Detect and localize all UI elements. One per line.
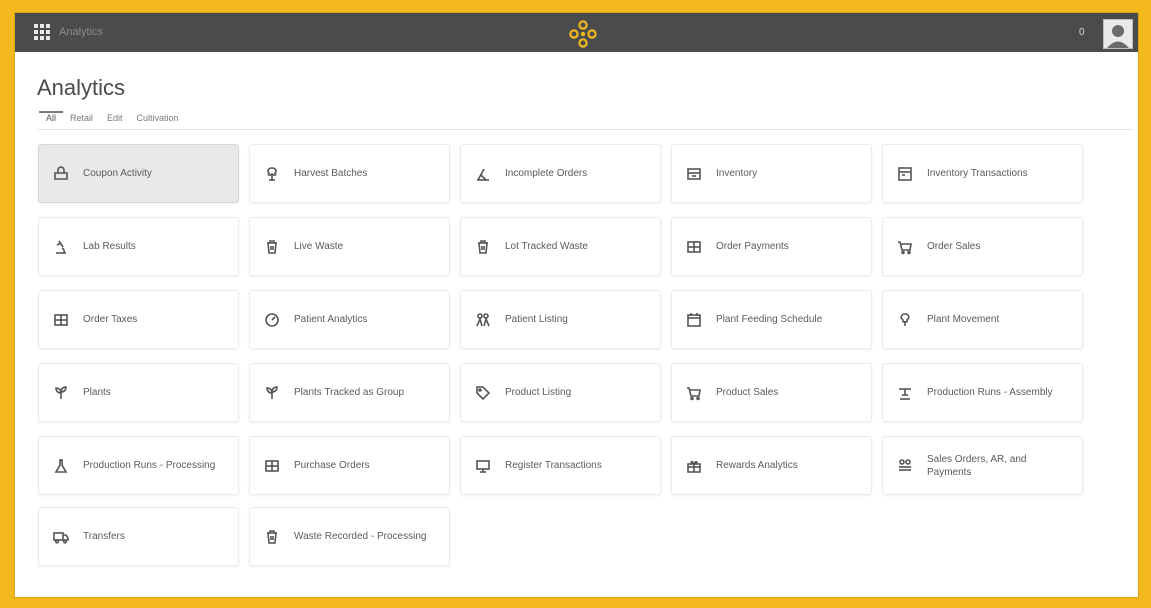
report-card-label: Patient Analytics [294, 314, 368, 325]
incomplete-orders-icon [475, 166, 491, 182]
tabs-divider [37, 129, 1133, 130]
report-card-label: Inventory Transactions [927, 168, 1028, 179]
report-card-label: Order Taxes [83, 314, 138, 325]
notification-count[interactable]: 0 [1079, 27, 1085, 38]
report-card-label: Plant Feeding Schedule [716, 314, 823, 325]
report-card-lot-tracked-waste[interactable]: Lot Tracked Waste [460, 217, 661, 276]
report-card-production-runs-processing[interactable]: Production Runs - Processing [38, 436, 239, 495]
report-card-register-transactions[interactable]: Register Transactions [460, 436, 661, 495]
microscope-icon [53, 239, 69, 255]
gift-icon [686, 458, 702, 474]
calendar-icon [686, 312, 702, 328]
plant-icon [264, 385, 280, 401]
report-card-label: Transfers [83, 531, 125, 542]
report-card-label: Production Runs - Assembly [927, 387, 1053, 398]
report-card-label: Patient Listing [505, 314, 568, 325]
report-card-label: Order Sales [927, 241, 981, 252]
report-card-harvest-batches[interactable]: Harvest Batches [249, 144, 450, 203]
report-card-label: Plant Movement [927, 314, 1000, 325]
report-card-label: Lab Results [83, 241, 136, 252]
report-card-product-listing[interactable]: Product Listing [460, 363, 661, 422]
report-card-product-sales[interactable]: Product Sales [671, 363, 872, 422]
report-card-plant-movement[interactable]: Plant Movement [882, 290, 1083, 349]
report-card-purchase-orders[interactable]: Purchase Orders [249, 436, 450, 495]
report-card-plant-feeding-schedule[interactable]: Plant Feeding Schedule [671, 290, 872, 349]
monitor-icon [475, 458, 491, 474]
assembly-icon [897, 385, 913, 401]
report-card-order-taxes[interactable]: Order Taxes [38, 290, 239, 349]
gauge-icon [264, 312, 280, 328]
cart-icon [897, 239, 913, 255]
report-card-incomplete-orders[interactable]: Incomplete Orders [460, 144, 661, 203]
user-avatar[interactable] [1103, 19, 1133, 49]
coupon-icon [53, 165, 69, 182]
report-card-label: Coupon Activity [83, 168, 152, 179]
report-card-lab-results[interactable]: Lab Results [38, 217, 239, 276]
tab-edit[interactable]: Edit [100, 111, 130, 126]
report-card-label: Rewards Analytics [716, 460, 798, 471]
report-card-order-sales[interactable]: Order Sales [882, 217, 1083, 276]
truck-icon [53, 529, 69, 545]
report-card-label: Plants Tracked as Group [294, 387, 405, 398]
report-card-coupon-activity[interactable]: Coupon Activity [38, 144, 239, 203]
report-card-plants-tracked-as-group[interactable]: Plants Tracked as Group [249, 363, 450, 422]
purchase-orders-icon [264, 458, 280, 474]
report-card-inventory-transactions[interactable]: Inventory Transactions [882, 144, 1083, 203]
report-card-label: Harvest Batches [294, 168, 368, 179]
cart-icon [686, 385, 702, 401]
report-card-label: Register Transactions [505, 460, 602, 471]
report-card-label: Incomplete Orders [505, 168, 588, 179]
report-card-label: Sales Orders, AR, and Payments [927, 453, 1027, 478]
people-icon [475, 312, 491, 328]
report-card-label: Plants [83, 387, 111, 398]
brand-logo[interactable] [568, 19, 598, 49]
sales-orders-icon [897, 458, 913, 474]
tab-retail[interactable]: Retail [63, 111, 100, 126]
report-card-live-waste[interactable]: Live Waste [249, 217, 450, 276]
report-card-patient-analytics[interactable]: Patient Analytics [249, 290, 450, 349]
report-card-label: Live Waste [294, 241, 344, 252]
trash-icon [264, 239, 280, 255]
report-card-label: Order Payments [716, 241, 789, 252]
plant-icon [897, 312, 913, 328]
report-card-rewards-analytics[interactable]: Rewards Analytics [671, 436, 872, 495]
report-card-label: Purchase Orders [294, 460, 370, 471]
inventory-transactions-icon [897, 166, 913, 182]
report-card-patient-listing[interactable]: Patient Listing [460, 290, 661, 349]
app-window: Analytics 0 Analytics All Retail Edit Cu… [14, 12, 1139, 598]
report-card-label: Inventory [716, 168, 758, 179]
report-card-waste-recorded-processing[interactable]: Waste Recorded - Processing [249, 507, 450, 566]
payments-icon [686, 239, 702, 255]
report-card-sales-orders-ar-payments[interactable]: Sales Orders, AR, and Payments [882, 436, 1083, 495]
page-title: Analytics [37, 75, 126, 100]
taxes-icon [53, 312, 69, 328]
inventory-icon [686, 166, 702, 182]
report-card-label: Lot Tracked Waste [505, 241, 588, 252]
flask-icon [53, 458, 69, 474]
app-name: Analytics [59, 26, 104, 38]
report-card-order-payments[interactable]: Order Payments [671, 217, 872, 276]
report-card-transfers[interactable]: Transfers [38, 507, 239, 566]
app-launcher-icon[interactable] [34, 24, 50, 40]
trash-icon [475, 239, 491, 255]
report-card-label: Production Runs - Processing [83, 460, 216, 471]
plant-icon [53, 385, 69, 401]
tag-icon [475, 385, 491, 401]
filter-tabs: All Retail Edit Cultivation [39, 111, 186, 126]
report-card-label: Waste Recorded - Processing [294, 531, 427, 542]
report-card-inventory[interactable]: Inventory [671, 144, 872, 203]
report-card-plants[interactable]: Plants [38, 363, 239, 422]
trash-icon [264, 529, 280, 545]
report-card-production-runs-assembly[interactable]: Production Runs - Assembly [882, 363, 1083, 422]
report-card-label: Product Sales [716, 387, 779, 398]
harvest-icon [264, 166, 280, 182]
tab-cultivation[interactable]: Cultivation [130, 111, 186, 126]
top-bar: Analytics 0 [15, 13, 1138, 52]
report-card-label: Product Listing [505, 387, 572, 398]
tab-all[interactable]: All [39, 111, 64, 126]
